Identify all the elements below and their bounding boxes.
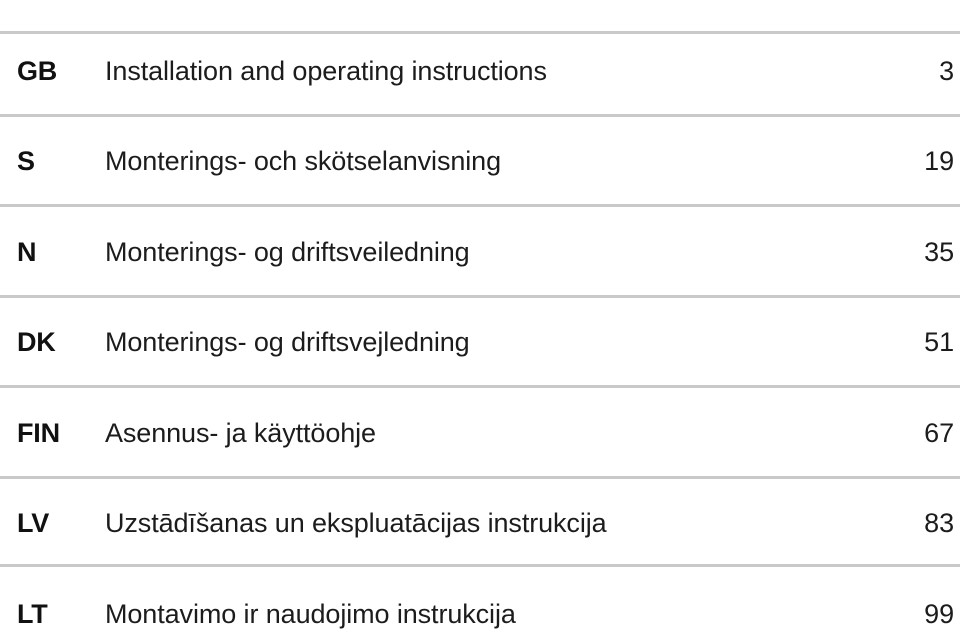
toc-rows: GB Installation and operating instructio… [0,0,960,627]
toc-entry-s[interactable]: S Monterings- och skötselanvisning 19 [0,91,960,182]
toc-entry-content: DK Monterings- og driftsvejledning 51 [0,329,960,356]
language-code: LT [17,598,48,629]
entry-separator [0,114,960,117]
language-code: LV [17,508,50,538]
entry-separator [0,385,960,388]
toc-entry-gb[interactable]: GB Installation and operating instructio… [0,0,960,91]
toc-entry-fin[interactable]: FIN Asennus- ja käyttöohje 67 [0,362,960,453]
language-code: DK [17,327,56,357]
toc-entry-lt[interactable]: LT Montavimo ir naudojimo instrukcija 99 [0,543,960,634]
toc-entry-lv[interactable]: LV Uzstādīšanas un ekspluatācijas instru… [0,453,960,544]
toc-entry-content: FIN Asennus- ja käyttöohje 67 [0,417,960,448]
toc-entry-content: LT Montavimo ir naudojimo instrukcija 99 [0,598,960,629]
entry-separator [0,476,960,479]
entry-title: Monterings- og driftsveiledning [105,236,470,267]
language-code: FIN [17,417,60,448]
entry-title: Monterings- och skötselanvisning [105,146,501,176]
language-code: S [17,146,35,176]
toc-entry-content: S Monterings- och skötselanvisning 19 [0,148,960,175]
language-code: N [17,236,37,267]
entry-title: Installation and operating instructions [105,55,547,86]
entry-separator [0,564,960,567]
entry-separator [0,204,960,207]
entry-title: Monterings- og driftsvejledning [105,327,470,357]
toc-entry-content: GB Installation and operating instructio… [0,55,960,86]
entry-title: Uzstādīšanas un ekspluatācijas instrukci… [105,508,607,538]
entry-separator [0,295,960,298]
toc-entry-content: LV Uzstādīšanas un ekspluatācijas instru… [0,510,960,537]
page-number: 51 [924,327,954,357]
page-number: 83 [924,508,954,538]
page-number: 3 [939,55,954,86]
entry-separator [0,31,960,34]
page-number: 99 [924,598,954,629]
page-number: 19 [924,146,954,176]
toc-entry-content: N Monterings- og driftsveiledning 35 [0,236,960,267]
language-code: GB [17,55,58,86]
entry-title: Montavimo ir naudojimo instrukcija [105,598,516,629]
page-number: 35 [924,236,954,267]
entry-title: Asennus- ja käyttöohje [105,417,376,448]
page-number: 67 [924,417,954,448]
table-of-contents: GB Installation and operating instructio… [0,0,960,627]
toc-entry-n[interactable]: N Monterings- og driftsveiledning 35 [0,181,960,272]
toc-entry-dk[interactable]: DK Monterings- og driftsvejledning 51 [0,272,960,363]
